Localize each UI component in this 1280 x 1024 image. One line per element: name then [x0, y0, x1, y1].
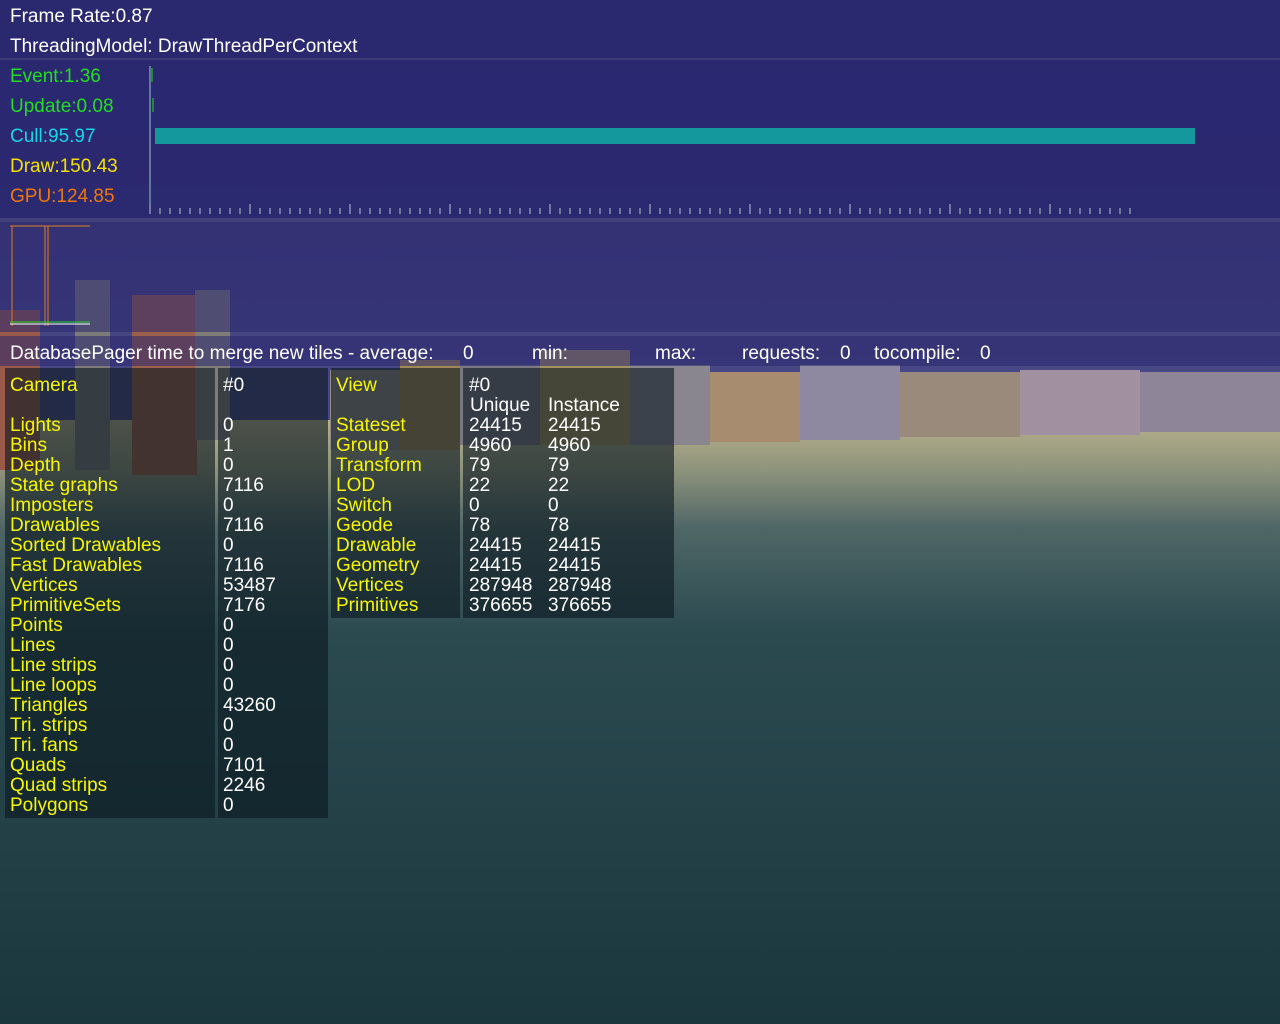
timing-graph [10, 66, 1195, 326]
view-stat-instance-value: 24415 [548, 415, 601, 436]
camera-stat-label: Bins [10, 435, 47, 456]
view-stat-label: Primitives [336, 595, 419, 616]
pager-requests-value: 0 [840, 343, 851, 364]
cull-bar [155, 128, 1195, 144]
view-stat-label: Stateset [336, 415, 406, 436]
view-stat-label: Group [336, 435, 389, 456]
view-unique-header: Unique [470, 395, 531, 416]
view-stat-instance-value: 79 [548, 455, 570, 476]
pager-min-label: min: [532, 343, 568, 364]
view-stat-label: Geode [336, 515, 394, 536]
view-stat-unique-value: 78 [469, 515, 491, 536]
camera-stat-label: State graphs [10, 475, 118, 496]
view-stat-unique-value: 4960 [469, 435, 512, 456]
view-stats-labels: Stateset Group Transform LOD Switch Geode Draw… [336, 416, 422, 616]
view-stat-unique-value: 24415 [469, 535, 522, 556]
camera-stat-label: Quads [10, 755, 66, 776]
camera-stat-value: 7116 [223, 475, 264, 496]
time-axis-ticks [149, 204, 1131, 214]
camera-stat-label: Tri. fans [10, 735, 78, 756]
view-stat-label: LOD [336, 475, 376, 496]
camera-stats-title: Camera [10, 375, 78, 396]
camera-stat-value: 7176 [223, 595, 266, 616]
camera-stat-value: 0 [223, 535, 234, 556]
view-stat-label: Geometry [336, 555, 420, 576]
view-stats-title: View [336, 375, 377, 396]
view-stat-unique-value: 22 [469, 475, 491, 496]
pager-tocompile-label: tocompile: [874, 343, 961, 364]
view-stat-unique-value: 79 [469, 455, 491, 476]
camera-stat-label: Imposters [10, 495, 94, 516]
camera-stat-value: 0 [223, 675, 234, 696]
camera-stat-label: Line loops [10, 675, 97, 696]
view-stats-unique-values: 24415 4960 79 22 0 78 24415 24415 287948 376655 [469, 416, 532, 616]
pager-max-label: max: [655, 343, 697, 364]
view-stats-id: #0 [469, 375, 491, 396]
camera-stat-value: 0 [223, 415, 234, 436]
view-stat-unique-value: 376655 [469, 595, 533, 616]
camera-stat-value: 7116 [223, 555, 264, 576]
view-stat-label: Vertices [336, 575, 404, 596]
camera-stat-value: 7116 [223, 515, 264, 536]
view-stat-instance-value: 376655 [548, 595, 612, 616]
camera-stat-label: Fast Drawables [10, 555, 142, 576]
view-stat-instance-value: 287948 [548, 575, 612, 596]
view-stat-label: Drawable [336, 535, 417, 556]
view-stats-instance-values: 24415 4960 79 22 0 78 24415 24415 287948 376655 [548, 416, 611, 616]
camera-stat-label: Sorted Drawables [10, 535, 162, 556]
camera-stat-label: Polygons [10, 795, 89, 816]
pager-tocompile-value: 0 [980, 343, 991, 364]
camera-stat-label: Points [10, 615, 63, 636]
camera-stat-value: 0 [223, 655, 234, 676]
camera-stat-value: 0 [223, 635, 234, 656]
camera-stat-label: Vertices [10, 575, 78, 596]
view-stat-unique-value: 24415 [469, 555, 522, 576]
view-stat-label: Transform [336, 455, 422, 476]
view-stat-unique-value: 24415 [469, 415, 522, 436]
camera-stat-value: 1 [223, 435, 234, 456]
pager-requests-label: requests: [742, 343, 821, 364]
camera-stat-value: 0 [223, 735, 234, 756]
camera-stats-labels: Lights Bins Depth State graphs Imposters Draw… [10, 416, 161, 816]
camera-stat-label: Lines [10, 635, 56, 656]
view-stat-instance-value: 24415 [548, 535, 601, 556]
camera-stat-value: 53487 [223, 575, 276, 596]
camera-stat-value: 0 [223, 495, 234, 516]
view-instance-header: Instance [548, 395, 620, 416]
camera-stat-value: 0 [223, 715, 234, 736]
view-stat-instance-value: 22 [548, 475, 570, 496]
camera-stat-label: Drawables [10, 515, 100, 536]
camera-stats-id: #0 [223, 375, 245, 396]
camera-stat-label: Quad strips [10, 775, 108, 796]
camera-stat-label: Lights [10, 415, 61, 436]
camera-stat-label: PrimitiveSets [10, 595, 121, 616]
view-stat-unique-value: 0 [469, 495, 480, 516]
view-stat-instance-value: 78 [548, 515, 570, 536]
view-stat-label: Switch [336, 495, 392, 516]
camera-stat-label: Tri. strips [10, 715, 88, 736]
view-stat-instance-value: 24415 [548, 555, 601, 576]
camera-stat-label: Line strips [10, 655, 97, 676]
pager-label: DatabasePager time to merge new tiles - … [10, 343, 434, 364]
camera-stat-value: 2246 [223, 775, 266, 796]
view-stat-unique-value: 287948 [469, 575, 533, 596]
camera-stat-label: Triangles [10, 695, 88, 716]
camera-stat-value: 0 [223, 615, 234, 636]
pager-average: 0 [463, 343, 474, 364]
camera-stats-values: 0 1 0 7116 0 7116 0 7116 53487 7176 0 0 0 0 43260 0 0 710… [223, 416, 276, 816]
camera-stat-value: 7101 [223, 755, 266, 776]
camera-stat-value: 43260 [223, 695, 276, 716]
camera-stat-value: 0 [223, 795, 234, 816]
view-stat-instance-value: 4960 [548, 435, 591, 456]
frame-history-graph [10, 225, 90, 326]
camera-stat-value: 0 [223, 455, 234, 476]
view-stat-instance-value: 0 [548, 495, 559, 516]
camera-stat-label: Depth [10, 455, 61, 476]
